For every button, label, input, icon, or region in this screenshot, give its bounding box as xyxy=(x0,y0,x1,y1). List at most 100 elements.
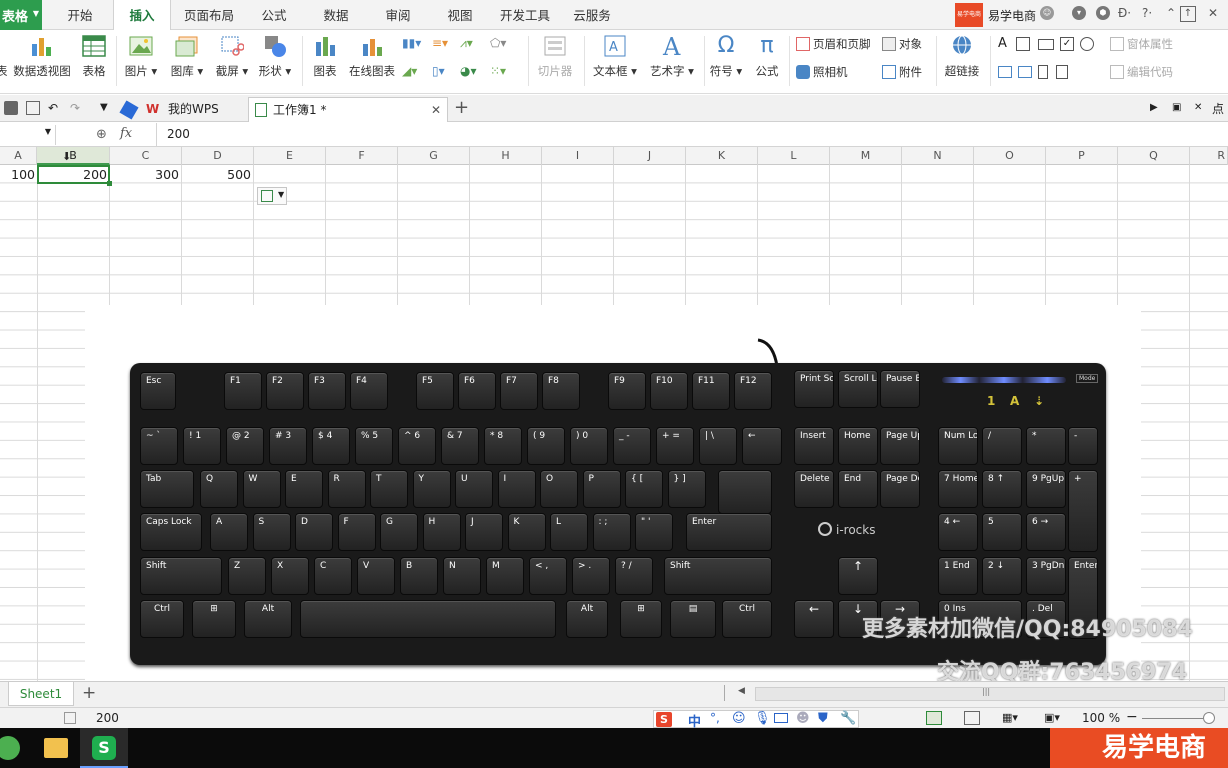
formula-button[interactable]: π 公式 xyxy=(750,34,784,79)
skin-icon[interactable]: ▾ xyxy=(1072,6,1086,20)
key-12-q[interactable]: } ] xyxy=(667,470,706,508)
key-6-q[interactable]: Y xyxy=(412,470,451,508)
column-header-l[interactable]: L xyxy=(758,147,830,165)
bar-chart-h-icon[interactable]: ≡▾ xyxy=(432,36,448,50)
header-footer-button[interactable]: 页眉和页脚 xyxy=(796,35,871,53)
tab-workbook1[interactable]: 工作簿1 * ✕ xyxy=(248,97,448,122)
page-break-view-icon[interactable] xyxy=(964,711,980,725)
key-f6[interactable]: F6 xyxy=(458,372,496,410)
key-nav-0[interactable]: Insert xyxy=(794,427,834,465)
key-1-z[interactable]: Z xyxy=(228,557,266,595)
column-header-g[interactable]: G xyxy=(398,147,470,165)
radar-chart-icon[interactable]: ⬠▾ xyxy=(490,36,506,50)
picture-button[interactable]: 图片 ▾ xyxy=(123,34,159,79)
key-arrow-left[interactable]: ← xyxy=(794,600,834,638)
tab-my-wps[interactable]: W 我的WPS xyxy=(119,97,246,121)
tab-review[interactable]: 审阅 xyxy=(372,0,424,30)
chart-button[interactable]: 图表 xyxy=(309,34,341,79)
minimize-ribbon-icon[interactable]: ⌃ xyxy=(1166,6,1176,20)
key-num-11[interactable]: _ - xyxy=(613,427,651,465)
column-header-e[interactable]: E xyxy=(254,147,326,165)
column-header-d[interactable]: D xyxy=(182,147,254,165)
key-enter[interactable]: Enter xyxy=(686,513,772,551)
tab-cloud[interactable]: 云服务 xyxy=(566,0,618,30)
account-icon[interactable]: ☺ xyxy=(1040,6,1054,20)
sheet-tab-sheet1[interactable]: Sheet1 xyxy=(8,682,74,706)
column-header-f[interactable]: F xyxy=(326,147,398,165)
key-6-z[interactable]: N xyxy=(443,557,481,595)
cell-a1[interactable]: 100 xyxy=(0,167,35,183)
label-control-icon[interactable]: A xyxy=(998,36,1007,51)
attachment-button[interactable]: 附件 xyxy=(882,63,922,81)
key-11-q[interactable]: { [ xyxy=(625,470,663,508)
key-numpad-12[interactable]: 2 ↓ xyxy=(982,557,1022,595)
cell-d1[interactable]: 500 xyxy=(182,167,251,183)
key-caps-lock[interactable]: Caps Lock xyxy=(140,513,202,551)
key-bottom-6[interactable]: ▤ xyxy=(670,600,716,638)
file-explorer-icon[interactable] xyxy=(44,738,68,758)
key-3-z[interactable]: C xyxy=(314,557,352,595)
key-2-q[interactable]: W xyxy=(242,470,281,508)
voice-icon[interactable]: 🎙 xyxy=(754,711,771,726)
key-enter-top[interactable] xyxy=(718,470,772,514)
key-bottom-4[interactable]: Alt xyxy=(566,600,608,638)
key-num-2[interactable]: @ 2 xyxy=(226,427,264,465)
key-8-a[interactable]: K xyxy=(507,513,546,551)
key-nav-4[interactable]: End xyxy=(838,470,878,508)
key-num-0[interactable]: ~ ` xyxy=(140,427,178,465)
gallery-button[interactable]: 图库 ▾ xyxy=(168,34,206,79)
key-4-z[interactable]: V xyxy=(357,557,395,595)
key-bottom-1[interactable]: ⊞ xyxy=(192,600,236,638)
key-arrow-up[interactable]: ↑ xyxy=(838,557,878,595)
key-num-9[interactable]: ( 9 xyxy=(527,427,565,465)
column-header-q[interactable]: Q xyxy=(1118,147,1190,165)
key-2-a[interactable]: S xyxy=(252,513,291,551)
key-num-6[interactable]: ^ 6 xyxy=(398,427,436,465)
tab-developer[interactable]: 开发工具 xyxy=(494,0,556,30)
column-header-i[interactable]: I xyxy=(542,147,614,165)
window-properties-button[interactable]: 窗体属性 xyxy=(1110,35,1173,53)
restore-icon[interactable]: ↑ xyxy=(1180,6,1196,22)
camera-button[interactable]: 照相机 xyxy=(796,63,848,81)
area-chart-icon[interactable]: ◢▾ xyxy=(402,64,417,78)
key-5-z[interactable]: B xyxy=(400,557,438,595)
key-11-a[interactable]: " ' xyxy=(635,513,673,551)
key-3-a[interactable]: D xyxy=(295,513,333,551)
page-layout-view-icon[interactable]: ▦▾ xyxy=(1002,711,1018,724)
key-numpad-4[interactable]: 7 Home xyxy=(938,470,978,508)
key-numpad-1[interactable]: / xyxy=(982,427,1022,465)
app-menu-button[interactable]: 表格 ▼ xyxy=(0,0,42,30)
groupbox-control-icon[interactable] xyxy=(1016,37,1030,51)
help-icon[interactable]: ?· xyxy=(1142,6,1152,20)
key-f3[interactable]: F3 xyxy=(308,372,346,410)
key-4-q[interactable]: R xyxy=(327,470,366,508)
key-num-8[interactable]: * 8 xyxy=(484,427,522,465)
new-tab-icon[interactable]: + xyxy=(454,97,469,118)
pie-chart-icon[interactable]: ◕▾ xyxy=(460,64,477,78)
key-1-a[interactable]: A xyxy=(210,513,248,551)
key-numpad-5[interactable]: 8 ↑ xyxy=(982,470,1022,508)
key-9-a[interactable]: L xyxy=(550,513,588,551)
key-f11[interactable]: F11 xyxy=(692,372,730,410)
normal-view-icon[interactable] xyxy=(926,711,942,725)
column-header-m[interactable]: M xyxy=(830,147,902,165)
key-bottom-0[interactable]: Ctrl xyxy=(140,600,184,638)
key-numpad-8[interactable]: 4 ← xyxy=(938,513,978,551)
button-control-icon[interactable] xyxy=(1038,39,1054,50)
key-num-1[interactable]: ! 1 xyxy=(183,427,221,465)
tab-data[interactable]: 数据 xyxy=(310,0,362,30)
tab-view[interactable]: 视图 xyxy=(434,0,486,30)
key-3-q[interactable]: E xyxy=(285,470,323,508)
column-header-o[interactable]: O xyxy=(974,147,1046,165)
key-f12[interactable]: F12 xyxy=(734,372,772,410)
ime-toolbar[interactable]: S 中 °, ☺ 🎙 ☻ ⛊ 🔧 xyxy=(653,710,859,730)
doc-menu-icon[interactable]: ✕ xyxy=(1194,101,1208,115)
online-chart-button[interactable]: 在线图表 xyxy=(346,34,398,79)
wordart-button[interactable]: A 艺术字 ▾ xyxy=(646,33,698,79)
key-10-q[interactable]: P xyxy=(582,470,621,508)
chevron-down-icon[interactable]: ▼ xyxy=(100,101,114,115)
key-f8[interactable]: F8 xyxy=(542,372,580,410)
key-bottom-3[interactable] xyxy=(300,600,556,638)
column-header-a[interactable]: A xyxy=(0,147,37,165)
close-tab-icon[interactable]: ✕ xyxy=(431,98,441,122)
